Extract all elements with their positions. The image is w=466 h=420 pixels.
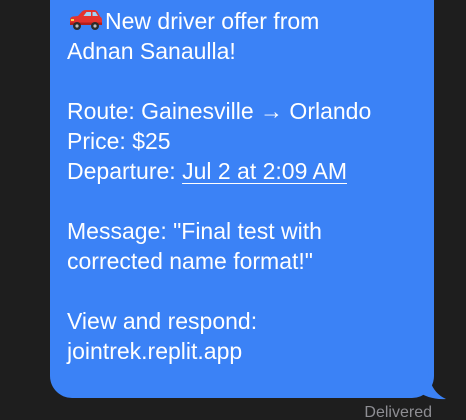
headline-line-1: New driver offer from xyxy=(67,6,420,36)
route-value: Gainesville → Orlando xyxy=(141,98,372,124)
departure-line: Departure: Jul 2 at 2:09 AM xyxy=(67,156,420,186)
message-line-1: Message: "Final test with xyxy=(67,218,322,244)
message-line-2: corrected name format!" xyxy=(67,248,313,274)
bubble-tail xyxy=(416,370,446,400)
car-icon xyxy=(67,8,105,32)
respond-line: View and respond: xyxy=(67,308,258,334)
departure-label: Departure: xyxy=(67,158,176,184)
message-bubble[interactable]: New driver offer from Adnan Sanaulla! Ro… xyxy=(50,0,446,400)
app-link[interactable]: jointrek.replit.app xyxy=(67,336,420,366)
route-line: Route: Gainesville → Orlando xyxy=(67,96,420,126)
price-label: Price: xyxy=(67,128,126,154)
departure-date-link[interactable]: Jul 2 at 2:09 AM xyxy=(182,158,347,184)
headline-text: New driver offer from xyxy=(105,8,320,34)
route-label: Route: xyxy=(67,98,135,124)
price-value: $25 xyxy=(132,128,171,154)
delivered-status: Delivered xyxy=(364,404,432,420)
price-line: Price: $25 xyxy=(67,126,420,156)
headline-line-2: Adnan Sanaulla! xyxy=(67,38,236,64)
chat-area: New driver offer from Adnan Sanaulla! Ro… xyxy=(0,0,466,420)
